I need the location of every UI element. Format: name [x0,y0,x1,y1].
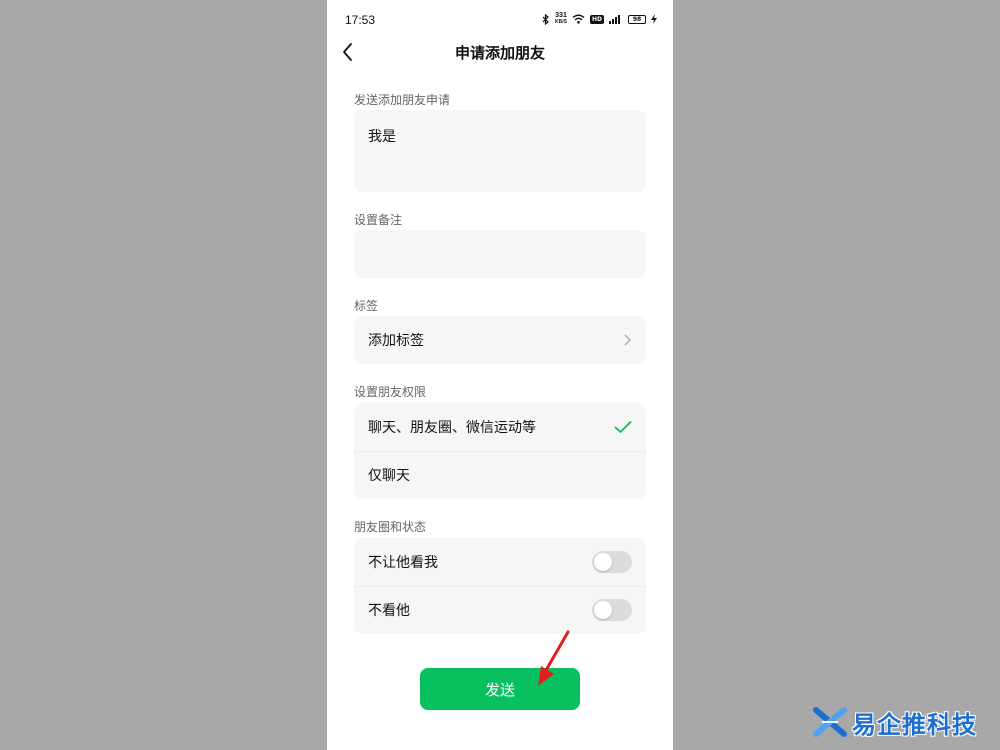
hide-my-moments-row: 不让他看我 [354,538,646,586]
add-tag-row[interactable]: 添加标签 [354,316,646,364]
bluetooth-icon [542,13,549,25]
net-speed-value: 331 [555,12,567,19]
remark-field[interactable] [354,230,646,278]
tags-card: 添加标签 [354,316,646,364]
net-speed: 331 KB/S [555,12,567,26]
status-time: 17:53 [345,13,376,27]
wifi-icon [572,14,585,24]
hide-their-moments-toggle[interactable] [592,599,632,621]
request-message-field[interactable]: 我是 [354,110,646,192]
status-icons: 331 KB/S HD 98 [542,12,657,26]
request-message-text: 我是 [368,129,396,145]
net-speed-unit: KB/S [555,19,567,25]
request-section-label: 发送添加朋友申请 [354,93,451,107]
permission-option-all[interactable]: 聊天、朋友圈、微信运动等 [354,403,646,451]
hide-my-moments-toggle[interactable] [592,551,632,573]
battery-icon: 98 [628,14,646,24]
permissions-section-label: 设置朋友权限 [354,385,427,399]
hide-their-moments-label: 不看他 [368,603,410,619]
tags-section-label: 标签 [354,299,379,313]
toggle-knob [594,553,612,571]
toggle-knob [594,601,612,619]
annotation-arrow-icon [538,630,570,686]
permission-option-label: 聊天、朋友圈、微信运动等 [368,420,536,436]
status-bar: 17:53 331 KB/S HD 98 [327,0,673,40]
remark-section-label: 设置备注 [354,213,403,227]
watermark: 易企推科技 [812,703,977,741]
watermark-text: 易企推科技 [852,710,977,739]
hide-my-moments-label: 不让他看我 [368,555,438,571]
nav-bar: 申请添加朋友 [327,36,673,70]
checkmark-icon [614,421,632,433]
hd-badge: HD [589,14,604,24]
hide-their-moments-row: 不看他 [354,586,646,634]
permission-option-chat-only[interactable]: 仅聊天 [354,451,646,499]
page-title: 申请添加朋友 [454,44,545,62]
phone-screen: 17:53 331 KB/S HD 98 申请添加朋友 发送添加朋友申请 我是 … [327,0,673,750]
chevron-right-icon [624,334,631,346]
charging-icon [651,14,657,24]
permissions-card: 聊天、朋友圈、微信运动等 仅聊天 [354,403,646,499]
signal-icon [609,15,620,24]
permission-option-label: 仅聊天 [368,468,410,484]
moments-section-label: 朋友圈和状态 [354,520,427,534]
moments-card: 不让他看我 不看他 [354,538,646,634]
add-tag-label: 添加标签 [368,333,424,349]
watermark-logo-icon [813,707,847,737]
